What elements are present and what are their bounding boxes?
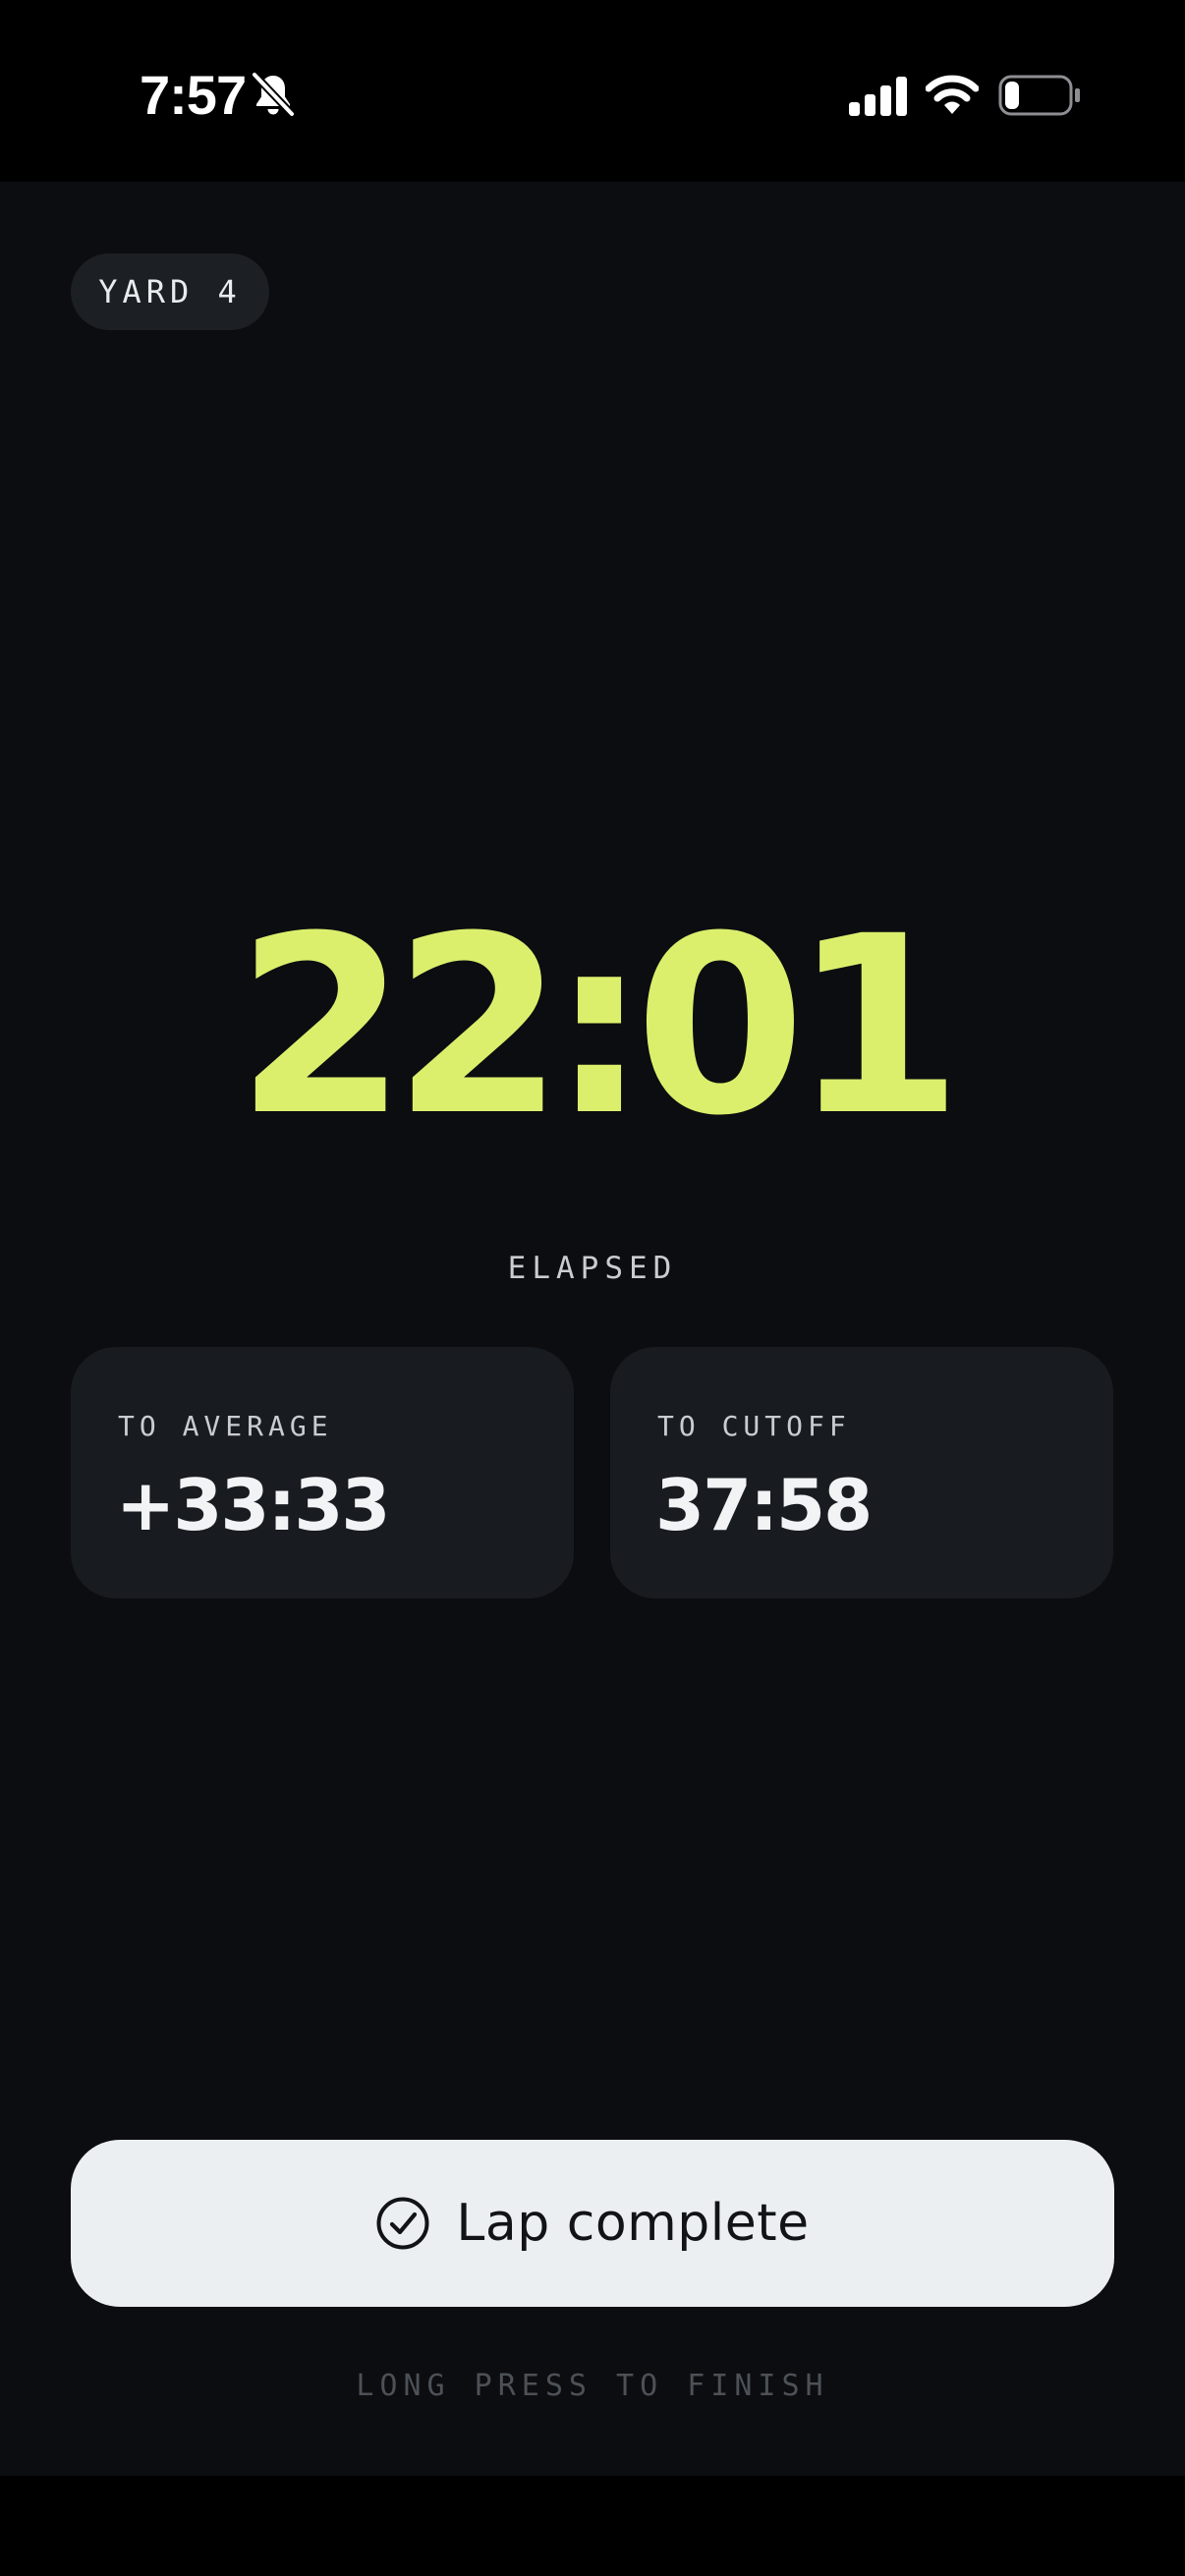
check-circle-icon [376,2197,429,2250]
bell-slash-icon [251,71,296,118]
to-average-card: TO AVERAGE +33:33 [71,1347,574,1598]
lap-timer-screen: YARD 4 22:01 ELAPSED TO AVERAGE +33:33 T… [0,182,1185,2476]
to-average-value: +33:33 [116,1464,391,1546]
bottom-bar [0,2476,1185,2576]
status-time: 7:57 [140,64,247,126]
yard-badge: YARD 4 [71,253,269,330]
to-average-label: TO AVERAGE [118,1410,333,1442]
long-press-hint: LONG PRESS TO FINISH [356,2369,829,2403]
cellular-signal-icon [849,77,907,116]
lap-complete-button[interactable]: Lap complete [71,2140,1114,2307]
status-bar: 7:57 [0,0,1185,182]
lap-complete-label: Lap complete [456,2194,810,2253]
to-cutoff-card: TO CUTOFF 37:58 [610,1347,1113,1598]
to-cutoff-label: TO CUTOFF [657,1410,851,1442]
wifi-icon [926,75,979,114]
to-cutoff-value: 37:58 [655,1464,873,1546]
elapsed-timer: 22:01 [236,883,963,1169]
elapsed-label: ELAPSED [507,1251,678,1286]
battery-icon [998,75,1080,116]
